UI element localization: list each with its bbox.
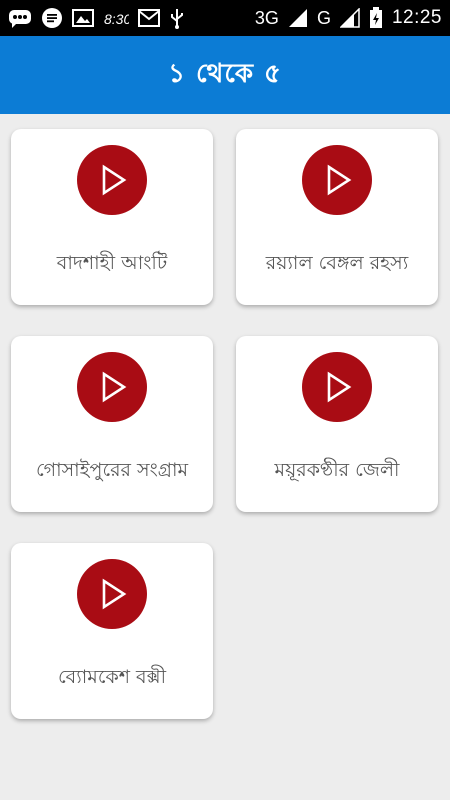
message-icon [41, 7, 63, 29]
play-icon[interactable] [302, 352, 372, 422]
play-icon[interactable] [77, 145, 147, 215]
status-system: 3G G 12:25 [255, 7, 442, 29]
story-title: বাদশাহী আংটি [56, 252, 168, 274]
status-time: 12:25 [391, 7, 442, 28]
signal-g-icon [339, 8, 360, 28]
usb-icon [169, 7, 185, 29]
story-title: ময়ূরকণ্ঠীর জেলী [274, 459, 400, 481]
gmail-icon [138, 9, 160, 27]
story-card[interactable]: গোসাইপুরের সংগ্রাম [11, 336, 213, 512]
app-bar: ১ থেকে ৫ [0, 36, 450, 114]
story-title: রয়্যাল বেঙ্গল রহস্য [265, 252, 409, 274]
network-g-label: G [316, 7, 331, 28]
story-title: গোসাইপুরের সংগ্রাম [35, 459, 189, 481]
story-grid: বাদশাহী আংটি রয়্যাল বেঙ্গল রহস্য গোসাইপ… [0, 114, 450, 800]
signal-3g-icon [288, 8, 308, 28]
svg-text:8:30: 8:30 [104, 11, 129, 27]
chat-bubble-icon [8, 8, 32, 28]
battery-charging-icon [369, 7, 383, 29]
story-card[interactable]: ময়ূরকণ্ঠীর জেলী [236, 336, 438, 512]
network-3g-label: 3G [254, 7, 279, 28]
play-icon[interactable] [77, 352, 147, 422]
clock-830-icon: 8:30 [103, 7, 129, 29]
image-icon [72, 8, 94, 28]
page-title: ১ থেকে ৫ [168, 59, 282, 89]
story-title: ব্যোমকেশ বক্সী [57, 666, 167, 688]
story-card[interactable]: বাদশাহী আংটি [11, 129, 213, 305]
status-notifications: 8:30 [8, 7, 185, 29]
play-icon[interactable] [302, 145, 372, 215]
play-icon[interactable] [77, 559, 147, 629]
story-card[interactable]: রয়্যাল বেঙ্গল রহস্য [236, 129, 438, 305]
story-card[interactable]: ব্যোমকেশ বক্সী [11, 543, 213, 719]
status-bar: 8:30 3G G 12:25 [0, 0, 450, 36]
